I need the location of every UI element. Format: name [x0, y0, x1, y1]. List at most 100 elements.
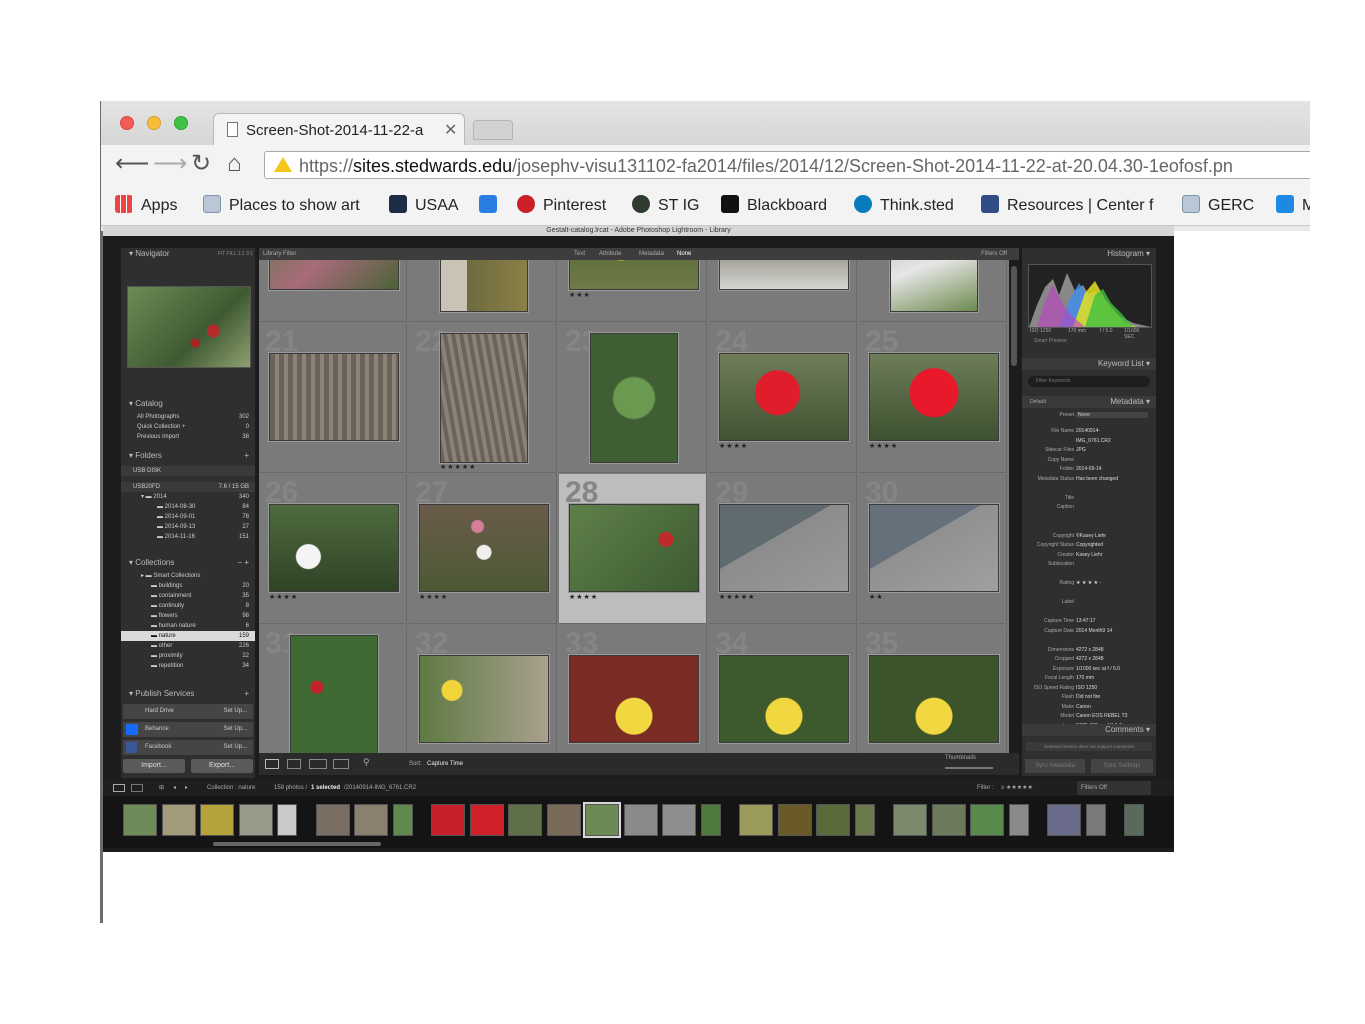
filter-none[interactable]: None	[677, 248, 691, 260]
filmstrip-thumbnail[interactable]	[200, 804, 234, 836]
photo-thumbnail[interactable]	[419, 504, 549, 592]
folder-item[interactable]: ▬ 2014-09-13 27	[121, 522, 255, 532]
new-tab-button[interactable]	[473, 120, 513, 140]
bookmark-blackboard[interactable]: Blackboard	[721, 195, 827, 217]
filmstrip-thumbnail[interactable]	[431, 804, 465, 836]
metadata-value[interactable]: 20140914-	[1076, 428, 1100, 434]
filter-attribute[interactable]: Attribute	[599, 248, 621, 260]
photo-thumbnail[interactable]	[269, 353, 399, 441]
grid-cell[interactable]	[409, 260, 557, 322]
publish-facebook[interactable]: Facebook Set Up...	[123, 740, 253, 755]
minimize-window-button[interactable]	[147, 116, 161, 130]
metadata-value[interactable]: Copyrighted	[1076, 542, 1103, 548]
collection-item[interactable]: ▬ continuity 8	[121, 601, 255, 611]
photo-thumbnail[interactable]	[569, 260, 699, 290]
back-arrow-icon[interactable]: ◂	[173, 781, 176, 795]
folder-item[interactable]: ▬ 2014-09-01 78	[121, 512, 255, 522]
filmstrip-thumbnail[interactable]	[354, 804, 388, 836]
grid-cell[interactable]: 33	[559, 625, 707, 753]
filmstrip-thumbnail[interactable]	[700, 804, 721, 836]
grid-cell[interactable]: 26 ★★★★	[259, 474, 407, 624]
bookmark-gerc[interactable]: GERC	[1182, 195, 1254, 217]
filmstrip-thumbnail[interactable]	[662, 804, 696, 836]
filmstrip-thumbnail[interactable]	[970, 804, 1004, 836]
photo-thumbnail[interactable]	[869, 655, 999, 743]
catalog-header[interactable]: ▾ Catalog	[121, 398, 255, 410]
collection-item[interactable]: ▬ proximity 22	[121, 651, 255, 661]
second-window-icon[interactable]	[131, 784, 143, 792]
photo-thumbnail[interactable]	[290, 635, 378, 753]
tab-close-icon[interactable]: ✕	[444, 120, 457, 140]
photo-thumbnail[interactable]	[719, 353, 849, 441]
filmstrip-thumbnail[interactable]	[1085, 804, 1106, 836]
metadata-value[interactable]: 1/1000 sec at f / 5.0	[1076, 666, 1120, 672]
photo-thumbnail[interactable]	[569, 655, 699, 743]
keyword-list-header[interactable]: Keyword List ▾	[1022, 358, 1156, 370]
comments-header[interactable]: Comments ▾	[1022, 724, 1156, 736]
import-button[interactable]: Import...	[123, 759, 185, 773]
filmstrip-thumbnail[interactable]	[1047, 804, 1081, 836]
grid-view-icon[interactable]	[265, 759, 279, 769]
filmstrip-thumbnail[interactable]	[469, 804, 504, 836]
filmstrip-thumbnail[interactable]	[1124, 804, 1144, 836]
export-button[interactable]: Export...	[191, 759, 253, 773]
reload-icon[interactable]: ↻	[191, 152, 211, 176]
metadata-value[interactable]: 13:47:17	[1076, 618, 1095, 624]
filmstrip-thumbnail[interactable]	[931, 804, 966, 836]
grid-cell[interactable]: 28 ★★★★	[559, 474, 707, 624]
filter-text[interactable]: Text	[574, 248, 585, 260]
photo-thumbnail[interactable]	[719, 504, 849, 592]
bookmark-pinterest[interactable]: Pinterest	[517, 195, 606, 217]
collections-header[interactable]: ▾ Collections − +	[121, 557, 255, 569]
bookmark-resources[interactable]: Resources | Center f	[981, 195, 1153, 217]
grid-cell[interactable]: 23	[559, 323, 707, 473]
filmstrip-thumbnail[interactable]	[315, 804, 350, 836]
metadata-header[interactable]: Default Metadata ▾	[1022, 396, 1156, 408]
filmstrip-thumbnail[interactable]	[277, 804, 297, 836]
publish-hard-drive[interactable]: Hard Drive Set Up...	[123, 704, 253, 719]
filmstrip-thumbnail[interactable]	[623, 804, 658, 836]
bookmark-m[interactable]: M	[1276, 195, 1310, 217]
metadata-value[interactable]: 2014 Month9 14	[1076, 628, 1112, 634]
bookmark-places-to-show-art[interactable]: Places to show art	[203, 195, 360, 217]
grid-cell[interactable]: ★★★	[559, 260, 707, 322]
browser-tab[interactable]: Screen-Shot-2014-11-22-a ✕	[213, 113, 465, 146]
collection-item[interactable]: ▬ flowers 98	[121, 611, 255, 621]
photo-thumbnail[interactable]	[719, 260, 849, 290]
bookmark-d[interactable]	[479, 195, 505, 217]
grid-cell[interactable]	[259, 260, 407, 322]
bookmark-think-sted[interactable]: Think.sted	[854, 195, 954, 217]
filmstrip-thumbnail[interactable]	[238, 804, 273, 836]
metadata-value[interactable]: Has been changed	[1076, 476, 1118, 482]
grid-cell[interactable]: 30 ★★	[859, 474, 1007, 624]
navigator-header[interactable]: ▾ Navigator FIT FILL 1:1 3:1	[121, 248, 255, 260]
collection-item[interactable]: ▬ other 226	[121, 641, 255, 651]
zoom-window-button[interactable]	[174, 116, 188, 130]
grid-cell[interactable]: 32	[409, 625, 557, 753]
photo-thumbnail[interactable]	[440, 260, 528, 312]
grid-cell[interactable]: 25 ★★★★	[859, 323, 1007, 473]
collection-item-selected[interactable]: ▬ nature 159	[121, 631, 255, 641]
filmstrip-thumbnail[interactable]	[816, 804, 850, 836]
grid-cell[interactable]: 31	[259, 625, 407, 753]
metadata-value[interactable]: JPG	[1076, 447, 1086, 453]
sort-value[interactable]: Capture Time	[427, 761, 463, 767]
metadata-value[interactable]: Did not fire	[1076, 694, 1100, 700]
filmstrip-thumbnail[interactable]	[161, 804, 196, 836]
photo-thumbnail[interactable]	[440, 333, 528, 463]
compare-view-icon[interactable]	[309, 759, 327, 769]
grid-cell[interactable]: 35	[859, 625, 1007, 753]
metadata-value[interactable]: ©Kasey Liehr	[1076, 533, 1106, 539]
bookmark-st-ig[interactable]: ST IG	[632, 195, 700, 217]
folder-item[interactable]: ▬ 2014-08-30 84	[121, 502, 255, 512]
volume-item[interactable]: USB20FD 7.6 / 15 GB	[121, 482, 255, 492]
photo-thumbnail[interactable]	[869, 504, 999, 592]
filmstrip-thumbnail[interactable]	[392, 804, 413, 836]
thumbnails-slider[interactable]	[945, 767, 993, 769]
sync-metadata-button[interactable]: Sync Metadata	[1025, 759, 1085, 773]
filmstrip-thumbnail[interactable]	[585, 804, 619, 836]
metadata-value[interactable]: IMG_6761.CR2	[1076, 438, 1111, 444]
loupe-view-icon[interactable]	[287, 759, 301, 769]
filmstrip-thumbnail[interactable]	[777, 804, 812, 836]
grid-cell[interactable]: 21	[259, 323, 407, 473]
